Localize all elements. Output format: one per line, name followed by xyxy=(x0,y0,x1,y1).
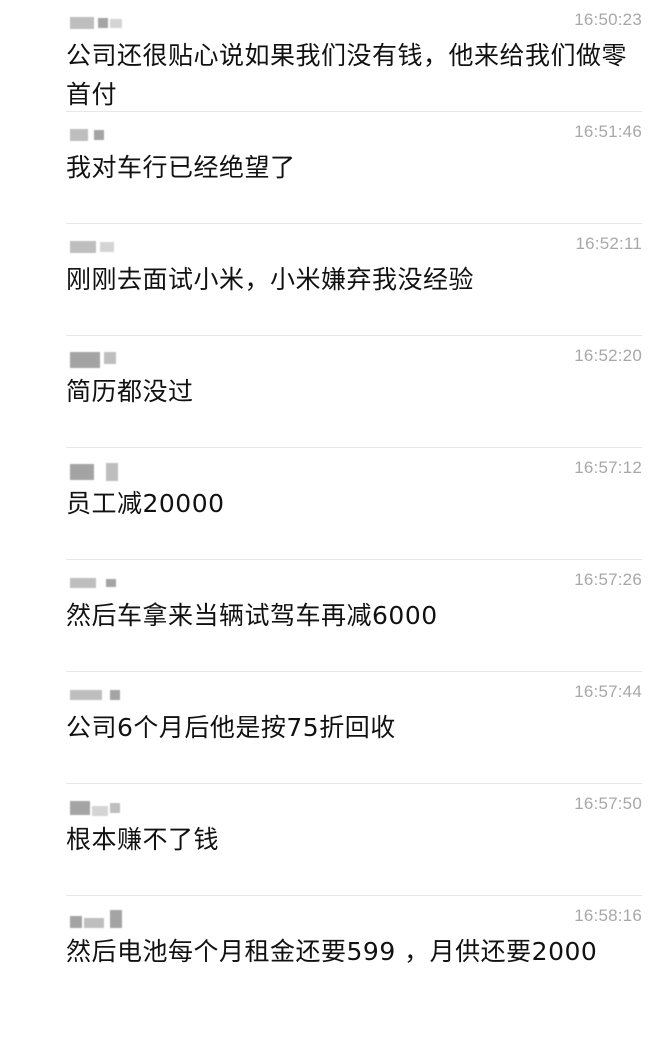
sender-name-redacted xyxy=(70,798,134,816)
message-text: 刚刚去面试小米，小米嫌弃我没经验 xyxy=(66,265,475,294)
sender-name-redacted xyxy=(70,910,134,928)
sender-name-redacted xyxy=(70,462,134,481)
message-meta: 16:51:46 xyxy=(66,122,642,148)
chat-message[interactable]: 16:58:16 然后电池每个月租金还要599 ，月供还要2000 xyxy=(0,896,660,1008)
sender-name-redacted xyxy=(70,126,134,144)
message-timestamp: 16:57:44 xyxy=(574,682,642,701)
message-meta: 16:57:12 xyxy=(66,458,642,484)
message-text: 根本赚不了钱 xyxy=(66,825,220,854)
chat-message-list: 16:50:23 公司还很贴心说如果我们没有钱，他来给我们做零首付 16:51:… xyxy=(0,0,660,1037)
sender-name-redacted xyxy=(70,238,134,256)
message-text: 员工减20000 xyxy=(66,489,225,518)
message-text: 公司还很贴心说如果我们没有钱，他来给我们做零首付 xyxy=(66,41,628,109)
sender-name-redacted xyxy=(70,574,134,592)
message-timestamp: 16:52:11 xyxy=(575,234,642,253)
message-meta: 16:57:26 xyxy=(66,570,642,596)
chat-message[interactable]: 16:52:20 简历都没过 xyxy=(0,336,660,448)
chat-message[interactable]: 16:57:12 员工减20000 xyxy=(0,448,660,560)
message-timestamp: 16:51:46 xyxy=(574,122,642,141)
sender-name-redacted xyxy=(70,686,134,704)
message-timestamp: 16:57:12 xyxy=(574,458,642,477)
message-timestamp: 16:57:26 xyxy=(574,570,642,589)
message-text: 我对车行已经绝望了 xyxy=(66,153,296,182)
message-timestamp: 16:50:23 xyxy=(574,10,642,29)
message-timestamp: 16:52:20 xyxy=(574,346,642,365)
sender-name-redacted xyxy=(70,14,134,32)
message-meta: 16:58:16 xyxy=(66,906,642,932)
chat-message[interactable]: 16:57:50 根本赚不了钱 xyxy=(0,784,660,896)
message-text: 然后电池每个月租金还要599 ，月供还要2000 xyxy=(66,937,598,966)
chat-message[interactable]: 16:51:46 我对车行已经绝望了 xyxy=(0,112,660,224)
chat-message[interactable]: 16:52:11 刚刚去面试小米，小米嫌弃我没经验 xyxy=(0,224,660,336)
chat-message[interactable]: 16:57:44 公司6个月后他是按75折回收 xyxy=(0,672,660,784)
message-text: 然后车拿来当辆试驾车再减6000 xyxy=(66,601,438,630)
message-timestamp: 16:57:50 xyxy=(574,794,642,813)
chat-message[interactable]: 16:57:26 然后车拿来当辆试驾车再减6000 xyxy=(0,560,660,672)
chat-message[interactable]: 16:50:23 公司还很贴心说如果我们没有钱，他来给我们做零首付 xyxy=(0,0,660,112)
message-meta: 16:52:20 xyxy=(66,346,642,372)
message-meta: 16:50:23 xyxy=(66,10,642,36)
message-meta: 16:57:50 xyxy=(66,794,642,820)
message-text: 简历都没过 xyxy=(66,377,194,406)
message-meta: 16:52:11 xyxy=(66,234,642,260)
message-meta: 16:57:44 xyxy=(66,682,642,708)
message-text: 公司6个月后他是按75折回收 xyxy=(66,713,396,742)
message-timestamp: 16:58:16 xyxy=(574,906,642,925)
sender-name-redacted xyxy=(70,350,134,368)
